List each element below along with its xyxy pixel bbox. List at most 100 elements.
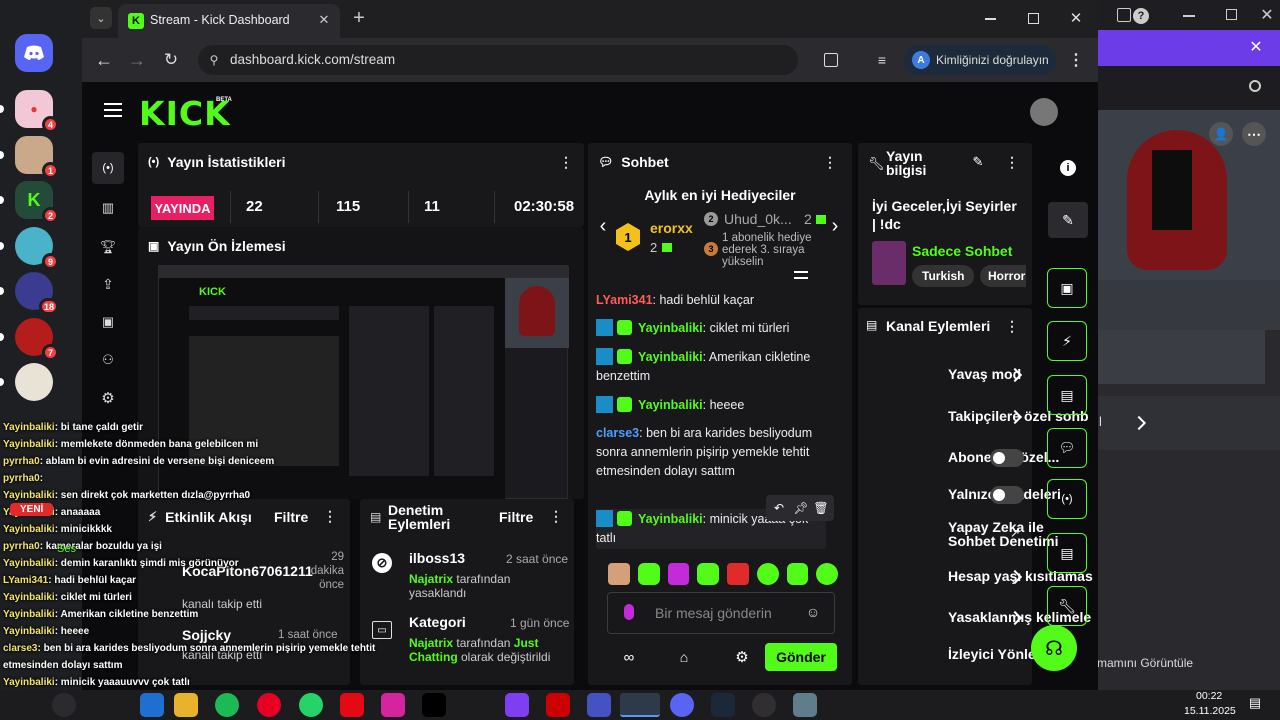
edit-pencil-icon[interactable]: ✎: [970, 154, 986, 170]
camera-taskbar-icon[interactable]: [793, 693, 817, 717]
channel-more-icon[interactable]: ⋮: [1004, 318, 1020, 334]
view-all-text[interactable]: mamını Görüntüle: [1097, 656, 1193, 670]
emote[interactable]: [608, 563, 630, 585]
external-link-icon[interactable]: ↗: [1008, 526, 1022, 540]
add-user-icon[interactable]: 👤: [1209, 122, 1233, 146]
moderation-target[interactable]: ilboss13: [409, 550, 465, 566]
toggle-switch[interactable]: [990, 449, 1024, 467]
chat-settings-icon[interactable]: ⚙: [732, 647, 752, 667]
spotify-taskbar-icon[interactable]: [215, 693, 239, 717]
chat-message[interactable]: Yayinbaliki: heeee: [596, 396, 826, 415]
tag-chip[interactable]: Turkish: [912, 265, 975, 287]
chat-message[interactable]: LYami341: hadi behlül kaçar: [596, 291, 826, 310]
support-headset-icon[interactable]: ☊: [1031, 625, 1077, 671]
broadcast-button[interactable]: (•): [1047, 479, 1087, 519]
emote[interactable]: [816, 563, 838, 585]
upload-icon[interactable]: ⇪: [100, 276, 116, 292]
moderation-button[interactable]: ▤: [1047, 533, 1087, 573]
activity-user[interactable]: Sojjcky: [182, 627, 231, 643]
emote[interactable]: [786, 563, 809, 585]
gifters-prev-icon[interactable]: ‹: [596, 215, 610, 237]
tab-close-icon[interactable]: ✕: [316, 12, 332, 28]
toggle-switch[interactable]: [990, 486, 1024, 504]
tiktok-taskbar-icon[interactable]: [422, 693, 446, 717]
gifters-next-icon[interactable]: ›: [828, 215, 842, 237]
settings-gear-icon[interactable]: ⚙: [100, 390, 116, 407]
server-group[interactable]: 18: [0, 272, 59, 315]
send-button[interactable]: Gönder: [765, 643, 837, 671]
emote[interactable]: [756, 563, 779, 585]
info-more-icon[interactable]: ⋮: [1004, 154, 1020, 170]
pin-icon[interactable]: 📌︎: [792, 499, 810, 517]
bolt-button[interactable]: ⚡︎: [1047, 321, 1087, 361]
search-icon[interactable]: [1249, 80, 1261, 92]
netflix-taskbar-icon[interactable]: [340, 693, 364, 717]
profile-chip[interactable]: A Kimliğinizi doğrulayın: [904, 45, 1056, 75]
top-gifter-name[interactable]: erorxx: [650, 220, 693, 236]
site-info-icon[interactable]: ⚲: [206, 52, 222, 68]
window-close-icon[interactable]: ✕: [1068, 10, 1084, 27]
chat-username[interactable]: Yayinbaliki: [638, 321, 703, 335]
chat-username[interactable]: Yayinbaliki: [638, 350, 703, 364]
server-skull[interactable]: [0, 363, 53, 401]
steam-taskbar-icon[interactable]: [711, 693, 735, 717]
edit-icon[interactable]: ✎: [1048, 202, 1088, 238]
maximize-icon[interactable]: [1226, 9, 1237, 20]
analytics-icon[interactable]: ▥: [100, 200, 116, 215]
server-kick[interactable]: K2: [0, 181, 59, 224]
store-icon[interactable]: ⌂: [674, 647, 694, 667]
minimize-icon[interactable]: [1183, 15, 1195, 17]
edge-taskbar-icon[interactable]: [140, 693, 164, 717]
square-icon[interactable]: [1117, 8, 1131, 22]
info-icon[interactable]: i: [1060, 160, 1076, 176]
forward-icon[interactable]: →: [127, 50, 147, 70]
chrome-taskbar-icon[interactable]: [620, 693, 660, 717]
trophy-icon[interactable]: 🏆︎: [100, 239, 117, 255]
server-red[interactable]: 7: [0, 318, 59, 361]
valorant-taskbar-icon[interactable]: [546, 693, 570, 717]
help-icon[interactable]: ?: [1133, 8, 1149, 24]
chat-message[interactable]: Yayinbaliki: Amerikan cikletine benzetti…: [596, 348, 826, 386]
chat-username[interactable]: Yayinbaliki: [638, 398, 703, 412]
close-icon[interactable]: ✕: [1259, 6, 1275, 24]
active-tab[interactable]: K Stream - Kick Dashboard ✕: [118, 4, 340, 38]
tab-search-icon[interactable]: ⌄: [90, 7, 112, 29]
tag-chip[interactable]: Horror: [980, 265, 1026, 287]
extensions-icon[interactable]: [824, 53, 838, 67]
thread-row[interactable]: [1097, 396, 1280, 450]
explorer-taskbar-icon[interactable]: [174, 693, 198, 717]
emote[interactable]: [727, 563, 749, 585]
chat-input[interactable]: Bir mesaj gönderin ☺: [607, 592, 835, 634]
category-link[interactable]: Sadece Sohbet: [912, 243, 1012, 259]
chat-message[interactable]: clarse3: ben bi ara karides besliyodum s…: [596, 424, 826, 481]
infinity-icon[interactable]: ∞: [614, 647, 644, 667]
community-icon[interactable]: ⚇: [100, 352, 116, 368]
activity-more-icon[interactable]: ⋮: [322, 508, 338, 524]
chat-username[interactable]: LYami341: [596, 293, 653, 307]
tools-button[interactable]: 🔧︎: [1047, 586, 1087, 626]
chat-button[interactable]: 💬︎: [1047, 428, 1087, 468]
delete-icon[interactable]: 🗑︎: [812, 499, 830, 517]
discord-home-button[interactable]: [15, 34, 53, 72]
chat-message[interactable]: Yayinbaliki: ciklet mi türleri: [596, 319, 826, 338]
omnibox[interactable]: ⚲ dashboard.kick.com/stream: [198, 45, 798, 75]
stream-nav-icon[interactable]: (•): [92, 152, 124, 184]
new-tab-icon[interactable]: +: [350, 7, 368, 29]
notification-icon[interactable]: ▤: [1246, 694, 1264, 712]
instagram-taskbar-icon[interactable]: [381, 693, 405, 717]
emote[interactable]: [697, 563, 719, 585]
notice-close-icon[interactable]: ✕: [1247, 38, 1265, 56]
moderator-name[interactable]: Najatrix: [409, 636, 453, 650]
user-avatar[interactable]: [1030, 98, 1058, 126]
reload-icon[interactable]: ↻: [161, 50, 181, 70]
collapse-handle-icon[interactable]: [794, 271, 808, 279]
server-baby[interactable]: 1: [0, 136, 59, 179]
pinterest-taskbar-icon[interactable]: [257, 693, 281, 717]
chat-more-icon[interactable]: ⋮: [822, 154, 838, 170]
emote[interactable]: [667, 563, 690, 585]
activity-filter-button[interactable]: Filtre: [274, 509, 308, 525]
media-control-icon[interactable]: ≡: [872, 50, 892, 70]
notes-button[interactable]: ▤: [1047, 375, 1087, 415]
obs-taskbar-icon[interactable]: [752, 693, 776, 717]
app-taskbar-icon[interactable]: [505, 693, 529, 717]
